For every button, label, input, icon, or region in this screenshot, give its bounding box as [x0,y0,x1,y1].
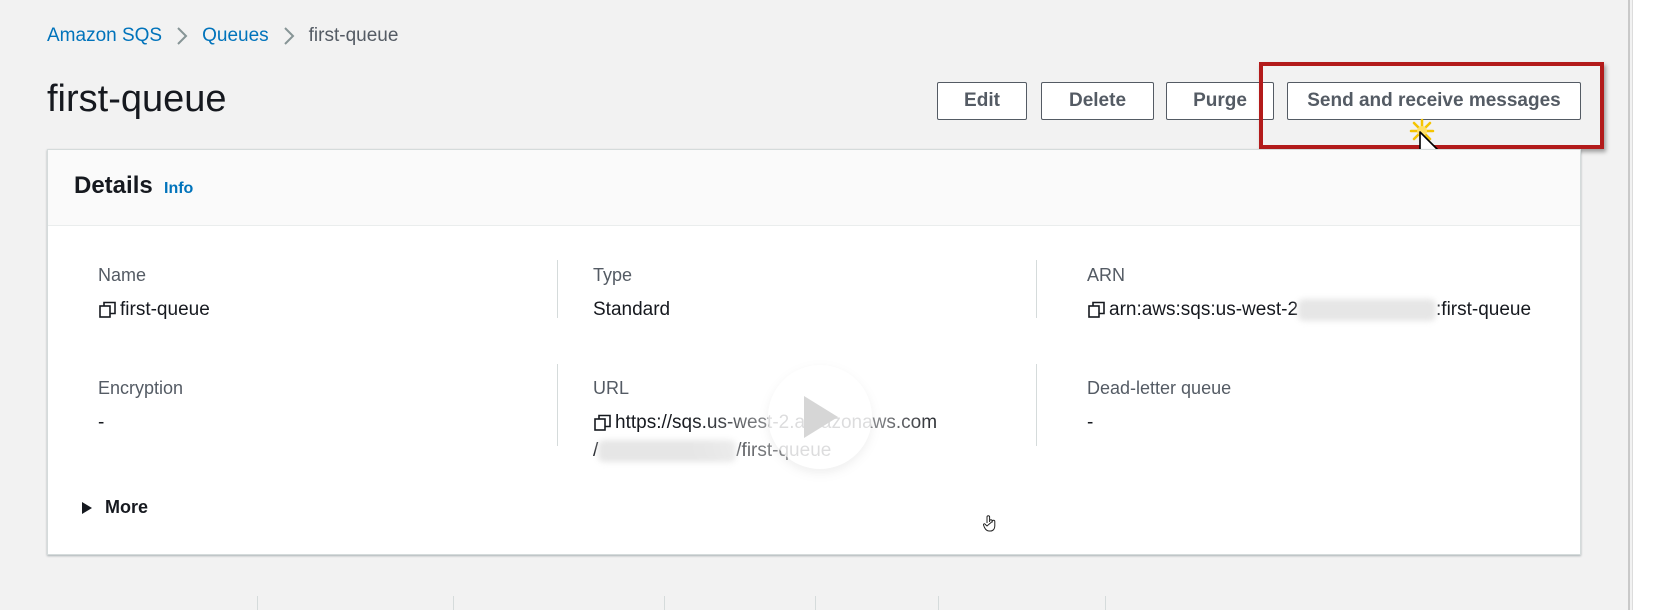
redacted-account-id [1298,299,1437,321]
details-panel: Details Info Name first-queue Type Stand… [47,149,1581,555]
column-divider [1036,260,1037,318]
arn-label: ARN [1087,265,1126,285]
next-section-header [0,596,1630,610]
arn-suffix-text: :first-queue [1436,299,1532,320]
queue-name-text: first-queue [120,299,210,320]
page-title: first-queue [47,78,227,120]
arn-prefix-text: arn:aws:sqs:us-west-2 [1109,299,1299,320]
delete-button[interactable]: Delete [1041,82,1154,120]
purge-button[interactable]: Purge [1166,82,1274,120]
more-expander[interactable]: More [81,497,148,518]
encryption-value: - [98,412,105,433]
tab-divider [453,596,454,610]
breadcrumb-current: first-queue [308,25,399,46]
name-value: first-queue [98,299,210,321]
url-label: URL [593,378,630,398]
hand-cursor-icon [982,514,998,532]
copy-icon[interactable] [1087,300,1107,320]
type-value: Standard [593,299,671,320]
edit-button[interactable]: Edit [937,82,1027,120]
chevron-right-icon [269,25,309,47]
info-link[interactable]: Info [164,180,193,198]
copy-icon[interactable] [593,413,613,433]
breadcrumb: Amazon SQS Queues first-queue [47,24,398,48]
breadcrumb-amazon-sqs[interactable]: Amazon SQS [47,25,162,47]
encryption-label: Encryption [98,378,184,398]
column-divider [557,260,558,318]
play-icon [804,396,838,438]
details-title: Details [74,172,153,199]
redacted-account-id [598,440,737,462]
copy-icon[interactable] [98,300,118,320]
dead-letter-queue-label: Dead-letter queue [1087,378,1232,398]
url-value-line1: https://sqs.us-west-2.amazonaws.com [593,412,937,434]
column-divider [1036,364,1037,446]
breadcrumb-queues[interactable]: Queues [202,25,269,47]
tab-divider [938,596,939,610]
tab-divider [815,596,816,610]
details-panel-header: Details Info [48,150,1580,226]
more-label: More [105,497,149,517]
sqs-queue-page: Amazon SQS Queues first-queue first-queu… [0,0,1655,610]
chevron-right-icon [162,25,202,47]
name-label: Name [98,265,147,285]
content-edge [1628,0,1630,610]
dead-letter-queue-value: - [1087,412,1094,433]
video-play-button[interactable] [768,365,872,469]
tab-divider [1105,596,1106,610]
type-label: Type [593,265,633,285]
column-divider [557,364,558,446]
arn-value: arn:aws:sqs:us-west-2 :first-queue [1087,299,1531,321]
tab-divider [257,596,258,610]
scrollbar[interactable] [1632,0,1655,610]
caret-right-icon [82,501,92,514]
tab-divider [664,596,665,610]
